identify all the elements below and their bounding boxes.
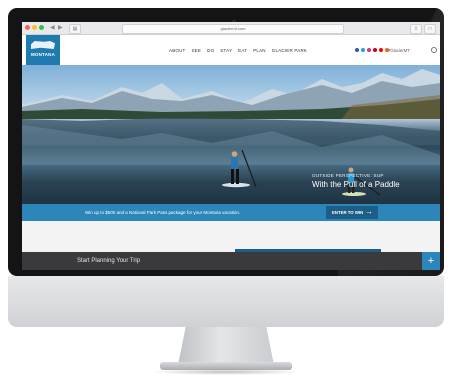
nav-item-eat[interactable]: EAT (238, 47, 247, 55)
screen: ◀ ▶ ▤ glaciermt.com ⇧ □ MONTANA ABOUT SE… (22, 22, 440, 270)
chevron-left-icon[interactable]: ◀ (50, 24, 55, 32)
facebook-icon[interactable] (355, 48, 359, 52)
social-links (355, 48, 389, 52)
hero-title[interactable]: With the Pull of a Paddle (312, 180, 400, 189)
youtube-icon[interactable] (379, 48, 383, 52)
chevron-right-icon[interactable]: ▶ (58, 24, 63, 32)
monitor-stand (178, 327, 274, 365)
minimize-window-button[interactable] (32, 25, 37, 30)
nav-item-see[interactable]: SEE (192, 47, 202, 55)
nav-item-do[interactable]: DO (207, 47, 214, 55)
enter-to-win-label[interactable]: ENTER TO WIN (332, 210, 363, 215)
content-area (22, 221, 440, 252)
arrow-right-icon[interactable]: → (365, 207, 373, 217)
nav-item-stay[interactable]: STAY (220, 47, 232, 55)
nav-item-plan[interactable]: PLAN (253, 47, 266, 55)
tabs-button[interactable]: □ (424, 24, 436, 34)
pinterest-icon[interactable] (373, 48, 377, 52)
main-nav: ABOUT SEE DO STAY EAT PLAN GLACIER PARK (169, 47, 307, 55)
monitor-chin (8, 276, 444, 327)
trip-planner-label[interactable]: Start Planning Your Trip (77, 258, 140, 264)
montana-logo[interactable]: MONTANA (26, 35, 60, 65)
browser-toolbar: ◀ ▶ ▤ glaciermt.com ⇧ □ (22, 22, 440, 35)
nav-item-glacier-park[interactable]: GLACIER PARK (272, 47, 307, 55)
address-bar[interactable]: glaciermt.com (122, 24, 344, 34)
url-text: glaciermt.com (220, 26, 246, 31)
logo-text: MONTANA (30, 52, 56, 57)
share-button[interactable]: ⇧ (410, 24, 422, 34)
monitor-shadow (150, 369, 302, 375)
twitter-icon[interactable] (361, 48, 365, 52)
hashtag-link[interactable]: #GlacierMT (388, 47, 410, 55)
nav-item-about[interactable]: ABOUT (169, 47, 186, 55)
instagram-icon[interactable] (367, 48, 371, 52)
zoom-window-button[interactable] (39, 25, 44, 30)
hero-subtitle: OUTSIDE PERSPECTIVE: SUP (312, 173, 384, 178)
search-icon[interactable] (431, 47, 437, 53)
montana-state-icon (31, 41, 55, 49)
promo-text: Win up to $500 and a National Park Pass … (85, 210, 241, 215)
plus-icon[interactable]: + (422, 252, 440, 270)
sidebar-toggle-button[interactable]: ▤ (69, 24, 81, 34)
close-window-button[interactable] (25, 25, 30, 30)
